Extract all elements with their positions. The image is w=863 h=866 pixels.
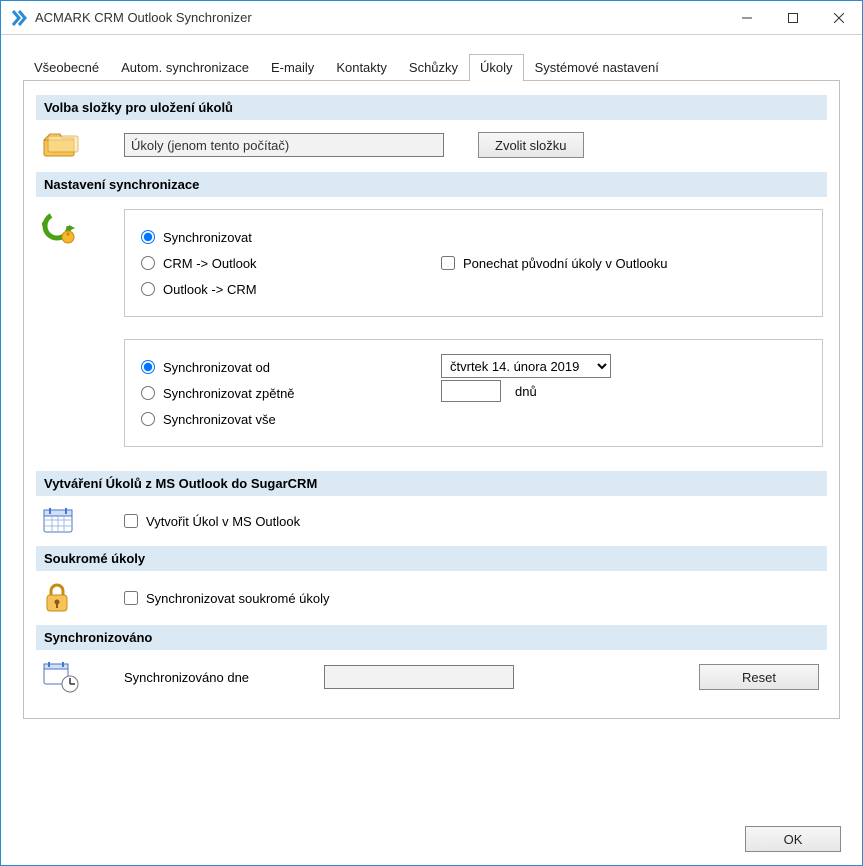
radio-sync-all[interactable]: Synchronizovat vše [141,406,806,432]
section-header-create: Vytváření Úkolů z MS Outlook do SugarCRM [36,471,827,496]
radio-sync-back-input[interactable] [141,386,155,400]
close-button[interactable] [816,1,862,35]
section-header-folder: Volba složky pro uložení úkolů [36,95,827,120]
tab-autosync[interactable]: Autom. synchronizace [110,54,260,81]
tab-kontakty[interactable]: Kontakty [325,54,398,81]
radio-crm-to-outlook-input[interactable] [141,256,155,270]
sync-back-days-unit: dnů [515,384,537,399]
checkbox-create-task-label: Vytvořit Úkol v MS Outlook [146,514,300,529]
section-header-private: Soukromé úkoly [36,546,827,571]
tab-emaily[interactable]: E-maily [260,54,325,81]
lock-icon [36,581,94,615]
radio-sync-back-label: Synchronizovat zpětně [163,386,295,401]
tab-vseobecne[interactable]: Všeobecné [23,54,110,81]
minimize-button[interactable] [724,1,770,35]
sync-range-group: Synchronizovat od čtvrtek 14. února 2019… [124,339,823,447]
app-icon [9,8,29,28]
reset-button[interactable]: Reset [699,664,819,690]
sync-icon [36,207,94,245]
checkbox-sync-private[interactable]: Synchronizovat soukromé úkoly [124,585,330,611]
radio-outlook-to-crm[interactable]: Outlook -> CRM [141,276,806,302]
checkbox-keep-original-label: Ponechat původní úkoly v Outlooku [463,256,668,271]
ok-button[interactable]: OK [745,826,841,852]
maximize-button[interactable] [770,1,816,35]
radio-sync-all-input[interactable] [141,412,155,426]
folder-icon [36,130,94,160]
tab-schuzky[interactable]: Schůzky [398,54,469,81]
radio-crm-to-outlook-label: CRM -> Outlook [163,256,257,271]
tabstrip: Všeobecné Autom. synchronizace E-maily K… [23,53,840,81]
sync-done-label: Synchronizováno dne [124,670,324,685]
checkbox-create-task-input[interactable] [124,514,138,528]
section-header-syncsettings: Nastavení synchronizace [36,172,827,197]
checkbox-keep-original[interactable]: Ponechat původní úkoly v Outlooku [441,250,668,276]
radio-sync-from-input[interactable] [141,360,155,374]
dialog-footer: OK [745,826,841,852]
radio-outlook-to-crm-input[interactable] [141,282,155,296]
radio-outlook-to-crm-label: Outlook -> CRM [163,282,257,297]
titlebar: ACMARK CRM Outlook Synchronizer [1,1,862,35]
radio-sync[interactable]: Synchronizovat [141,224,806,250]
tab-system[interactable]: Systémové nastavení [524,54,670,81]
radio-sync-input[interactable] [141,230,155,244]
section-header-done: Synchronizováno [36,625,827,650]
tab-panel-ukoly: Volba složky pro uložení úkolů Zvolit sl… [23,81,840,719]
choose-folder-button[interactable]: Zvolit složku [478,132,584,158]
folder-path-input [124,133,444,157]
tab-ukoly[interactable]: Úkoly [469,54,524,81]
checkbox-sync-private-input[interactable] [124,591,138,605]
radio-sync-from-label: Synchronizovat od [163,360,270,375]
checkbox-create-task[interactable]: Vytvořit Úkol v MS Outlook [124,508,300,534]
checkbox-sync-private-label: Synchronizovat soukromé úkoly [146,591,330,606]
calendar-clock-icon [36,660,94,694]
calendar-icon [36,506,94,536]
sync-mode-group: Synchronizovat CRM -> Outlook Ponechat p… [124,209,823,317]
radio-sync-all-label: Synchronizovat vše [163,412,276,427]
sync-from-date-select[interactable]: čtvrtek 14. února 2019 [441,354,611,378]
sync-done-value [324,665,514,689]
window-title: ACMARK CRM Outlook Synchronizer [35,10,252,25]
sync-back-days-input[interactable] [441,380,501,402]
checkbox-keep-original-input[interactable] [441,256,455,270]
radio-sync-label: Synchronizovat [163,230,252,245]
